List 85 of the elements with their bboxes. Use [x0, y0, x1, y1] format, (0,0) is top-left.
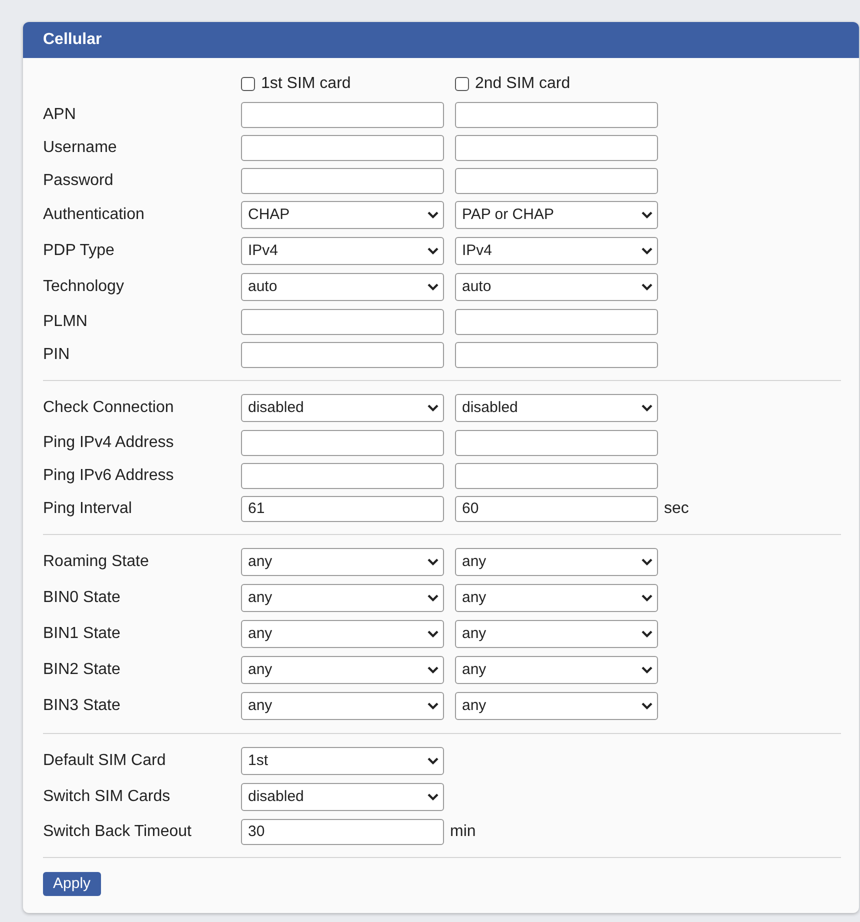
- field-label: PDP Type: [43, 241, 116, 261]
- input-field[interactable]: [455, 308, 658, 334]
- field-label: BIN0 State: [43, 588, 122, 608]
- chevron-down-icon: [427, 666, 439, 674]
- chevron-down-icon: [427, 793, 439, 801]
- input-field[interactable]: [241, 134, 444, 160]
- field-label: Switch SIM Cards: [43, 787, 172, 807]
- select-field[interactable]: any: [241, 584, 444, 612]
- panel-title: Cellular: [43, 30, 102, 50]
- field-label: PLMN: [43, 312, 88, 332]
- select-field[interactable]: disabled: [241, 394, 444, 422]
- input-field[interactable]: [455, 462, 658, 488]
- select-field[interactable]: disabled: [455, 394, 658, 422]
- chevron-down-icon: [427, 558, 439, 566]
- select-field[interactable]: auto: [241, 273, 444, 301]
- field-label: BIN1 State: [43, 624, 122, 644]
- field-label: Check Connection: [43, 398, 175, 418]
- chevron-down-icon: [641, 283, 653, 291]
- field-label: APN: [43, 104, 77, 124]
- chevron-down-icon: [427, 247, 439, 255]
- chevron-down-icon: [641, 558, 653, 566]
- field-label: Ping IPv4 Address: [43, 432, 175, 452]
- field-label: Password: [43, 170, 114, 190]
- input-field[interactable]: [455, 342, 658, 368]
- field-label: PIN: [43, 344, 71, 364]
- chevron-down-icon: [641, 666, 653, 674]
- chevron-down-icon: [641, 594, 653, 602]
- input-field[interactable]: [455, 168, 658, 194]
- select-field[interactable]: auto: [455, 273, 658, 301]
- field-label: Switch Back Timeout: [43, 822, 192, 842]
- checkbox[interactable]: [455, 77, 469, 91]
- input-field[interactable]: 60: [455, 496, 658, 522]
- select-field[interactable]: any: [455, 584, 658, 612]
- select-field[interactable]: any: [241, 620, 444, 648]
- select-field[interactable]: disabled: [241, 783, 444, 811]
- input-field[interactable]: [455, 102, 658, 128]
- field-label: Roaming State: [43, 552, 150, 572]
- input-field[interactable]: [241, 462, 444, 488]
- checkbox-label: 1st SIM card: [261, 74, 351, 94]
- select-field[interactable]: any: [241, 548, 444, 576]
- select-field[interactable]: CHAP: [241, 201, 444, 229]
- chevron-down-icon: [641, 404, 653, 412]
- chevron-down-icon: [641, 702, 653, 710]
- select-field[interactable]: any: [455, 548, 658, 576]
- select-field[interactable]: any: [241, 692, 444, 720]
- checkbox-label: 2nd SIM card: [475, 74, 570, 94]
- select-field[interactable]: any: [455, 656, 658, 684]
- field-label: BIN3 State: [43, 696, 122, 716]
- field-label: BIN2 State: [43, 660, 122, 680]
- chevron-down-icon: [427, 404, 439, 412]
- input-field[interactable]: [241, 430, 444, 456]
- unit-label: sec: [664, 498, 689, 518]
- input-field[interactable]: 30: [241, 818, 444, 844]
- field-label: Ping Interval: [43, 498, 133, 518]
- chevron-down-icon: [427, 283, 439, 291]
- select-field[interactable]: IPv4: [241, 237, 444, 265]
- input-field[interactable]: [455, 134, 658, 160]
- select-field[interactable]: any: [455, 692, 658, 720]
- field-label: Authentication: [43, 205, 146, 225]
- field-label: Ping IPv6 Address: [43, 466, 175, 486]
- input-field[interactable]: [241, 168, 444, 194]
- chevron-down-icon: [427, 594, 439, 602]
- select-field[interactable]: any: [455, 620, 658, 648]
- chevron-down-icon: [427, 757, 439, 765]
- select-field[interactable]: any: [241, 656, 444, 684]
- input-field[interactable]: [455, 430, 658, 456]
- select-field[interactable]: 1st: [241, 747, 444, 775]
- select-field[interactable]: PAP or CHAP: [455, 201, 658, 229]
- chevron-down-icon: [427, 702, 439, 710]
- select-field[interactable]: IPv4: [455, 237, 658, 265]
- field-label: Default SIM Card: [43, 751, 167, 771]
- chevron-down-icon: [641, 211, 653, 219]
- checkbox[interactable]: [241, 77, 255, 91]
- chevron-down-icon: [641, 630, 653, 638]
- chevron-down-icon: [427, 211, 439, 219]
- input-field[interactable]: [241, 342, 444, 368]
- chevron-down-icon: [427, 630, 439, 638]
- chevron-down-icon: [641, 247, 653, 255]
- apply-button[interactable]: Apply: [43, 872, 101, 896]
- input-field[interactable]: [241, 308, 444, 334]
- input-field[interactable]: 61: [241, 496, 444, 522]
- field-label: Technology: [43, 277, 125, 297]
- unit-label: min: [450, 822, 476, 842]
- field-label: Username: [43, 138, 118, 158]
- input-field[interactable]: [241, 102, 444, 128]
